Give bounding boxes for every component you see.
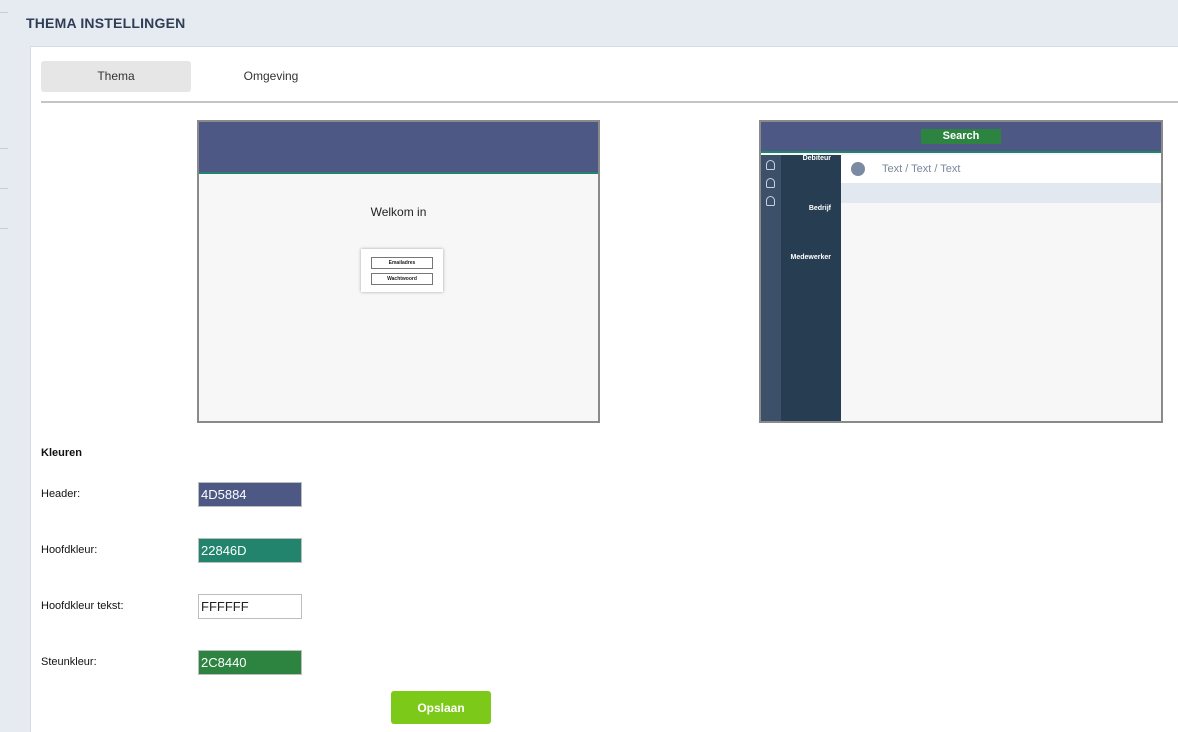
tab-bar: Thema Omgeving (41, 61, 1178, 103)
sidebar-item-medewerker: Medewerker (790, 254, 831, 261)
app-preview-header: Search (761, 122, 1161, 153)
page-title: THEMA INSTELLINGEN (26, 15, 186, 31)
page-header: THEMA INSTELLINGEN (0, 0, 1178, 46)
main-text-color-input[interactable] (198, 594, 302, 619)
app-preview-list: Text / Text / Text (841, 155, 1161, 421)
main-text-color-label: Hoofdkleur tekst: (41, 600, 124, 612)
login-preview-welcome: Welkom in (370, 205, 427, 219)
save-button[interactable]: Opslaan (391, 691, 491, 724)
list-item-text: Text / Text / Text (882, 163, 961, 175)
colors-section-title: Kleuren (41, 447, 82, 459)
sidebar-item-bedrijf: Bedrijf (808, 205, 831, 212)
main-color-input[interactable] (198, 538, 302, 563)
header-color-label: Header: (41, 488, 81, 500)
login-preview-email-field: Emailadres (371, 257, 433, 269)
list-item: Text / Text / Text (841, 155, 1161, 183)
avatar (851, 162, 865, 176)
accent-color-input[interactable] (198, 650, 302, 675)
list-item-selected (841, 183, 1161, 203)
app-preview-icon-rail (761, 155, 781, 421)
user-icon (766, 160, 775, 170)
accent-color-label: Steunkleur: (41, 656, 97, 668)
login-preview: Welkom in Emailadres Wachtwoord (197, 120, 600, 423)
user-icon (766, 196, 775, 206)
main-color-label: Hoofdkleur: (41, 544, 98, 556)
app-preview-search-button: Search (921, 129, 1001, 144)
login-preview-card: Emailadres Wachtwoord (361, 249, 443, 292)
app-preview-sidebar: Debiteur Bedrijf Medewerker (781, 155, 841, 421)
user-icon (766, 178, 775, 188)
sidebar-item-debiteur: Debiteur (802, 155, 831, 162)
login-preview-header (199, 122, 598, 174)
header-color-input[interactable] (198, 482, 302, 507)
theme-panel: Thema Omgeving Welkom in Emailadres Wach… (30, 46, 1178, 732)
tab-omgeving[interactable]: Omgeving (196, 61, 346, 92)
app-preview: Search Debiteur Bedrijf Medewerker Text … (759, 120, 1163, 423)
login-preview-password-field: Wachtwoord (371, 273, 433, 285)
tab-thema[interactable]: Thema (41, 61, 191, 92)
